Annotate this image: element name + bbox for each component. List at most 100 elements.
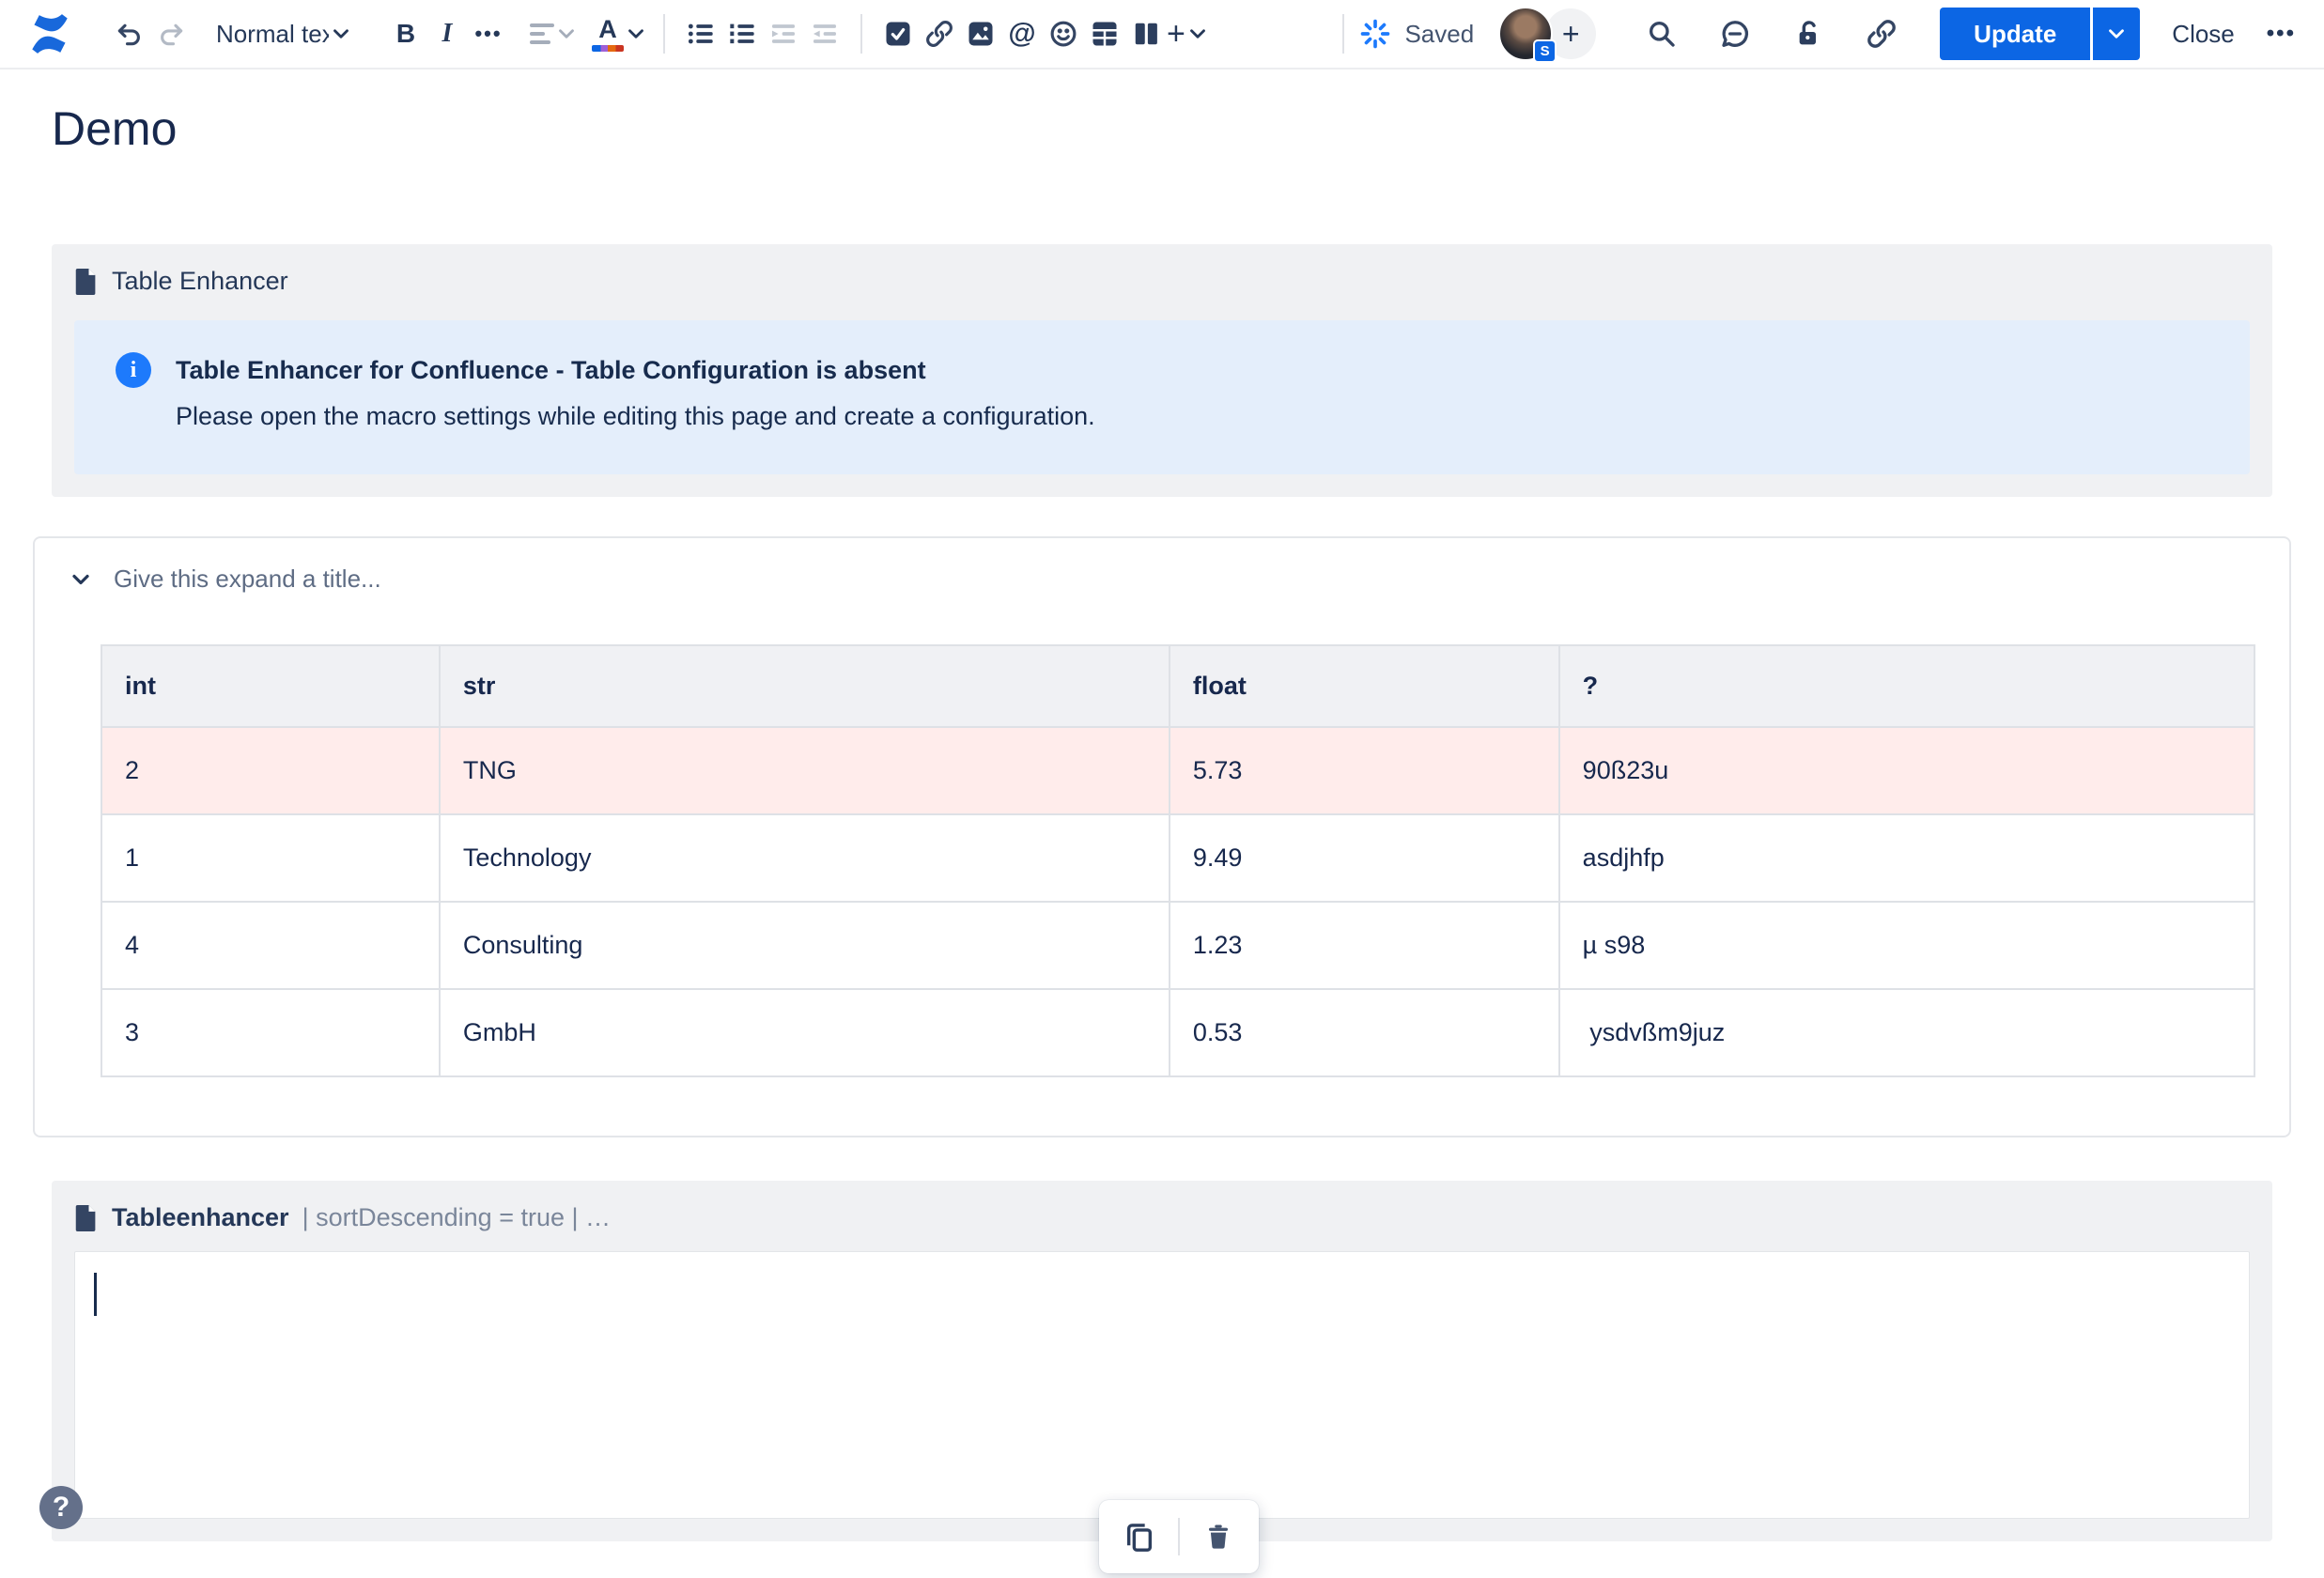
text-color-button[interactable]: A: [592, 10, 648, 57]
macro-body-editor[interactable]: [74, 1251, 2250, 1519]
more-formatting-button[interactable]: •••: [468, 10, 509, 57]
table-cell[interactable]: Consulting: [438, 901, 1170, 990]
macro-document-icon: [75, 1204, 96, 1231]
italic-button[interactable]: I: [426, 10, 468, 57]
text-style-dropdown[interactable]: Normal text: [216, 20, 353, 49]
copy-node-button[interactable]: [1118, 1515, 1161, 1558]
plus-icon: +: [1561, 16, 1580, 51]
expand-section: Give this expand a title... int str float?…: [33, 536, 2291, 1137]
layouts-button[interactable]: [1125, 10, 1167, 57]
table-header-row: int str float?: [101, 644, 2256, 728]
numbered-list-icon: [730, 23, 754, 44]
column-header[interactable]: int: [101, 644, 441, 728]
alignment-button[interactable]: [530, 10, 579, 57]
bold-button[interactable]: B: [385, 10, 426, 57]
close-button[interactable]: Close: [2172, 20, 2234, 49]
chevron-down-icon: [2109, 29, 2125, 39]
table-cell[interactable]: 9.49: [1168, 813, 1560, 903]
link-button[interactable]: [919, 10, 960, 57]
user-avatar[interactable]: S: [1498, 7, 1557, 63]
table-cell[interactable]: GmbH: [438, 988, 1170, 1077]
page-title[interactable]: Demo: [52, 101, 2272, 156]
outdent-icon: [772, 24, 795, 43]
search-button[interactable]: [1641, 10, 1682, 57]
layouts-icon: [1135, 23, 1157, 45]
table-cell[interactable]: 90ß23u: [1557, 726, 2256, 815]
redo-button[interactable]: [150, 10, 192, 57]
table-cell[interactable]: 1.23: [1168, 901, 1560, 990]
text-style-label: Normal text: [216, 19, 329, 48]
emoji-icon: [1050, 21, 1077, 47]
help-button[interactable]: ?: [39, 1486, 83, 1529]
editor-content: Demo Table Enhancer i Table Enhancer for…: [0, 101, 2324, 1541]
table-cell[interactable]: µ s98: [1557, 901, 2256, 990]
macro-header[interactable]: Tableenhancer | sortDescending = true | …: [74, 1203, 2250, 1232]
undo-button[interactable]: [109, 10, 150, 57]
macro-header[interactable]: Table Enhancer: [74, 267, 2250, 296]
indent-button[interactable]: [804, 10, 845, 57]
question-mark-icon: ?: [52, 1492, 70, 1523]
data-table: int str float? 2 TNG 5.73 90ß23u 1 Technology 9.…: [101, 644, 2256, 1077]
table-cell[interactable]: TNG: [438, 726, 1170, 815]
delete-node-button[interactable]: [1197, 1515, 1240, 1558]
table-enhancer-macro[interactable]: Table Enhancer i Table Enhancer for Conf…: [52, 244, 2272, 497]
update-options-button[interactable]: [2093, 8, 2141, 60]
info-icon: i: [116, 352, 151, 388]
indent-icon: [813, 24, 836, 43]
update-button[interactable]: Update: [1940, 8, 2091, 60]
emoji-button[interactable]: [1043, 10, 1084, 57]
table-row: 2 TNG 5.73 90ß23u: [101, 726, 2256, 815]
comments-button[interactable]: [1714, 10, 1756, 57]
plus-icon: +: [1167, 15, 1185, 52]
copy-link-button[interactable]: [1861, 10, 1902, 57]
insert-image-button[interactable]: [960, 10, 1001, 57]
macro-name: Tableenhancer: [112, 1203, 289, 1231]
table-cell[interactable]: Technology: [438, 813, 1170, 903]
column-header[interactable]: float: [1168, 644, 1560, 728]
table-cell[interactable]: 2: [101, 726, 441, 815]
chevron-down-icon: [1189, 29, 1205, 39]
outdent-button[interactable]: [763, 10, 804, 57]
link-icon: [926, 21, 953, 47]
table-cell[interactable]: ysdvßm9juz: [1557, 988, 2256, 1077]
more-actions-button[interactable]: •••: [2267, 21, 2296, 47]
search-icon: [1650, 21, 1675, 47]
macro-parameters: | sortDescending = true | …: [302, 1203, 612, 1231]
table-cell[interactable]: 0.53: [1168, 988, 1560, 1077]
insert-more-button[interactable]: +: [1167, 10, 1210, 57]
more-formatting-icon: •••: [474, 22, 503, 45]
macro-document-icon: [75, 268, 96, 295]
table-cell[interactable]: 1: [101, 813, 441, 903]
image-icon: [968, 22, 993, 46]
bullet-list-button[interactable]: [680, 10, 721, 57]
copy-link-icon: [1867, 20, 1896, 48]
table-cell[interactable]: 4: [101, 901, 441, 990]
chevron-down-icon: [628, 29, 643, 39]
column-header[interactable]: ?: [1557, 644, 2256, 728]
tableenhancer-macro[interactable]: Tableenhancer | sortDescending = true | …: [52, 1181, 2272, 1541]
numbered-list-button[interactable]: [721, 10, 763, 57]
redo-icon: [161, 23, 183, 46]
italic-icon: I: [442, 19, 453, 48]
undo-icon: [117, 23, 140, 46]
info-panel-title: Table Enhancer for Confluence - Table Co…: [176, 356, 926, 384]
column-header[interactable]: str: [438, 644, 1170, 728]
expand-collapse-button[interactable]: [67, 565, 95, 594]
expand-title-placeholder[interactable]: Give this expand a title...: [114, 565, 381, 594]
table-icon: [1092, 22, 1117, 46]
insert-table-button[interactable]: [1084, 10, 1125, 57]
confluence-logo-icon: [32, 14, 68, 54]
action-item-button[interactable]: [877, 10, 919, 57]
table-cell[interactable]: asdjhfp: [1557, 813, 2256, 903]
table-cell[interactable]: 5.73: [1168, 726, 1560, 815]
mention-button[interactable]: @: [1001, 10, 1043, 57]
save-status-text: Saved: [1404, 19, 1475, 48]
bold-icon: B: [395, 19, 416, 48]
copy-icon: [1126, 1524, 1153, 1552]
unlock-icon: [1799, 21, 1817, 45]
saving-spinner-icon: [1361, 19, 1390, 49]
table-cell[interactable]: 3: [101, 988, 441, 1077]
info-panel-body: Please open the macro settings while edi…: [176, 402, 1095, 430]
trash-icon: [1209, 1524, 1228, 1549]
unlock-button[interactable]: [1788, 10, 1829, 57]
